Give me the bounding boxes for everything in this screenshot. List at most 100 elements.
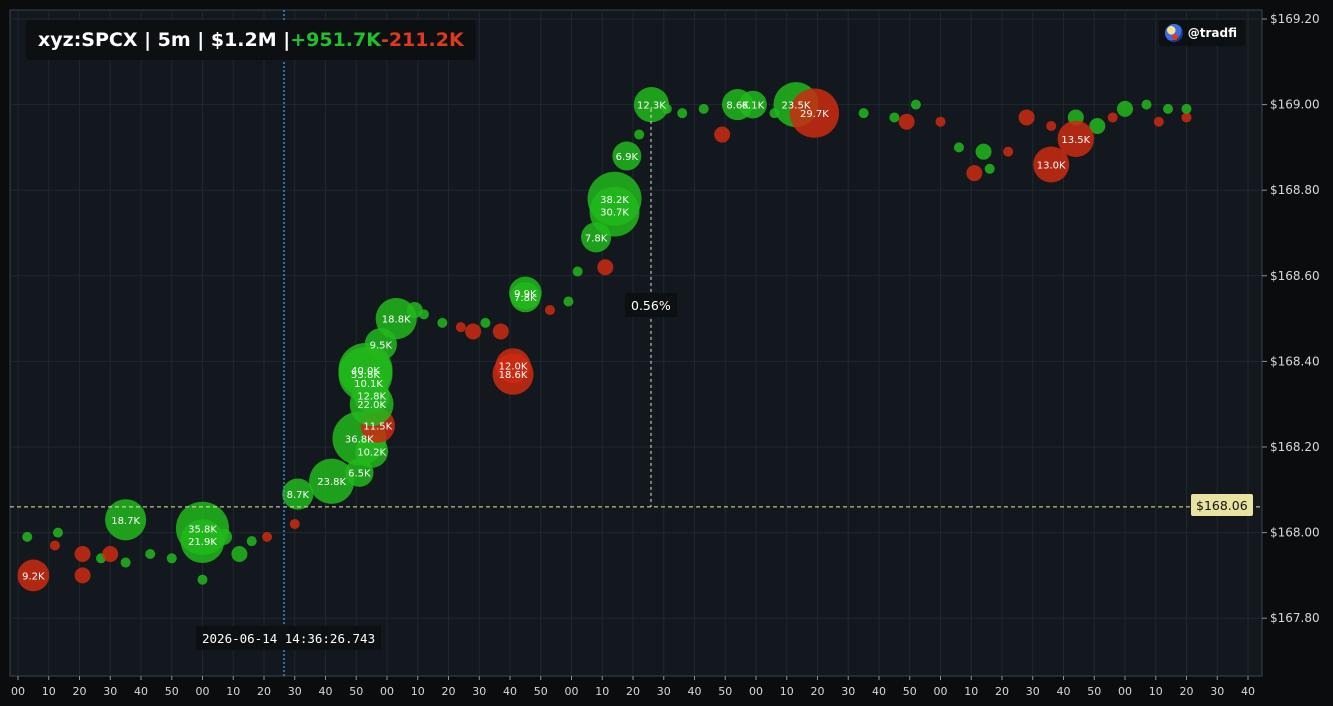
x-tick-label: 20	[73, 685, 87, 698]
sell-total: -211.2K	[380, 29, 464, 51]
crosshair-time-label: 2026-06-14 14:36:26.743	[196, 626, 382, 650]
measure-change-label: 0.56%	[625, 293, 677, 317]
x-tick-label: 30	[1026, 685, 1040, 698]
sell-trade-bubble	[1181, 112, 1192, 123]
trade-size-label: 35.8K	[188, 524, 217, 535]
buy-trade-bubble	[677, 108, 688, 119]
x-tick-label: 50	[534, 685, 548, 698]
chart-canvas: 00 10 20 30 40 50 00 10 20 30 40 50 00 10 20 30 40 50 00 10…	[9, 9, 1320, 698]
x-tick-label: 00	[1118, 685, 1132, 698]
crosshair-price-tag: $168.06	[1191, 494, 1253, 516]
trade-size-label: 6.1K	[742, 101, 765, 112]
y-tick-label: $168.20	[1270, 440, 1320, 454]
x-tick-label: 10	[1149, 685, 1163, 698]
x-tick-label: 00	[565, 685, 579, 698]
trade-size-label: 7.8K	[585, 233, 608, 244]
trade-bubble-chart: 00 10 20 30 40 50 00 10 20 30 40 50 00 10 20 30 40 50 00 10…	[0, 0, 1333, 706]
buy-trade-bubble	[889, 112, 900, 123]
sell-trade-bubble	[492, 323, 509, 340]
x-tick-label: 30	[841, 685, 855, 698]
sell-trade-bubble	[1018, 109, 1035, 126]
x-tick-label: 50	[903, 685, 917, 698]
x-tick-label: 00	[934, 685, 948, 698]
sell-trade-bubble	[714, 126, 731, 143]
x-tick-label: 40	[688, 685, 702, 698]
x-tick-label: 20	[257, 685, 271, 698]
buy-trade-bubble	[984, 163, 995, 174]
sell-trade-bubble	[102, 546, 119, 562]
sell-trade-bubble	[1046, 121, 1057, 131]
sell-trade-bubble	[597, 259, 614, 276]
x-tick-label: 00	[11, 685, 25, 698]
x-tick-label: 10	[226, 685, 240, 698]
y-tick-label: $169.00	[1270, 98, 1320, 112]
x-tick-label: 00	[380, 685, 394, 698]
x-tick-label: 50	[165, 685, 179, 698]
trade-size-label: 18.7K	[111, 516, 140, 527]
trade-size-label: 6.9K	[616, 152, 639, 163]
x-tick-label: 20	[811, 685, 825, 698]
x-tick-label: 40	[319, 685, 333, 698]
buy-trade-bubble	[975, 143, 992, 160]
buy-trade-bubble	[166, 553, 177, 564]
buy-trade-bubble	[480, 317, 491, 328]
x-tick-label: 20	[995, 685, 1009, 698]
buy-trade-bubble	[246, 536, 257, 547]
trade-size-label: 29.7K	[800, 109, 829, 120]
buy-trade-bubble	[145, 549, 156, 559]
x-tick-label: 50	[1087, 685, 1101, 698]
buy-trade-bubble	[634, 129, 645, 140]
title-prefix: xyz:SPCX | 5m | $1.2M |	[38, 29, 291, 51]
x-tick-label: 50	[349, 685, 363, 698]
trade-size-label: 23.8K	[317, 477, 346, 488]
buy-trade-bubble	[52, 527, 63, 538]
y-tick-label: $168.60	[1270, 269, 1320, 283]
sell-trade-bubble	[1003, 146, 1014, 157]
x-tick-label: 40	[1241, 685, 1255, 698]
x-tick-label: 40	[1057, 685, 1071, 698]
sell-trade-bubble	[1153, 116, 1164, 127]
x-tick-label: 00	[749, 685, 763, 698]
trade-size-label: 10.2K	[357, 447, 386, 458]
trade-size-label: 7.8K	[514, 293, 537, 304]
trade-size-label: 8.7K	[287, 490, 310, 501]
x-tick-label: 20	[442, 685, 456, 698]
sell-trade-bubble	[898, 113, 915, 130]
x-tick-label: 40	[134, 685, 148, 698]
x-tick-label: 30	[1210, 685, 1224, 698]
buy-trade-bubble	[1181, 103, 1192, 114]
brand-badge[interactable]: @tradfi	[1158, 20, 1245, 46]
buy-trade-bubble	[120, 557, 131, 568]
buy-trade-bubble	[1163, 103, 1174, 114]
trade-size-label: 6.5K	[348, 469, 371, 480]
y-tick-label: $169.20	[1270, 12, 1320, 26]
y-tick-label: $168.40	[1270, 354, 1320, 368]
trade-size-label: 36.8K	[345, 434, 374, 445]
sell-trade-bubble	[544, 305, 555, 316]
trade-size-label: 12.3K	[637, 101, 666, 112]
trade-size-label: 13.5K	[1061, 135, 1090, 146]
buy-trade-bubble	[437, 317, 448, 328]
x-tick-label: 10	[42, 685, 56, 698]
trade-size-label: 12.8K	[357, 392, 386, 403]
buy-total: +951.7K	[290, 29, 381, 51]
x-tick-label: 30	[472, 685, 486, 698]
x-tick-label: 20	[626, 685, 640, 698]
trade-size-label: 13.0K	[1037, 161, 1066, 172]
buy-trade-bubble	[1141, 99, 1152, 110]
sell-trade-bubble	[74, 567, 91, 584]
y-tick-label: $168.00	[1270, 526, 1320, 540]
buy-trade-bubble	[858, 108, 869, 119]
buy-trade-bubble	[563, 296, 574, 307]
trade-size-label: 9.5K	[370, 340, 393, 351]
sell-trade-bubble	[289, 519, 300, 530]
trade-size-label: 11.5K	[363, 422, 392, 433]
x-tick-label: 40	[503, 685, 517, 698]
sell-trade-bubble	[74, 546, 91, 562]
trade-size-label: 10.1K	[354, 379, 383, 390]
buy-trade-bubble	[953, 142, 964, 153]
trade-size-label: 18.8K	[382, 315, 411, 326]
sell-trade-bubble	[262, 531, 273, 542]
x-tick-label: 00	[196, 685, 210, 698]
x-tick-label: 30	[103, 685, 117, 698]
